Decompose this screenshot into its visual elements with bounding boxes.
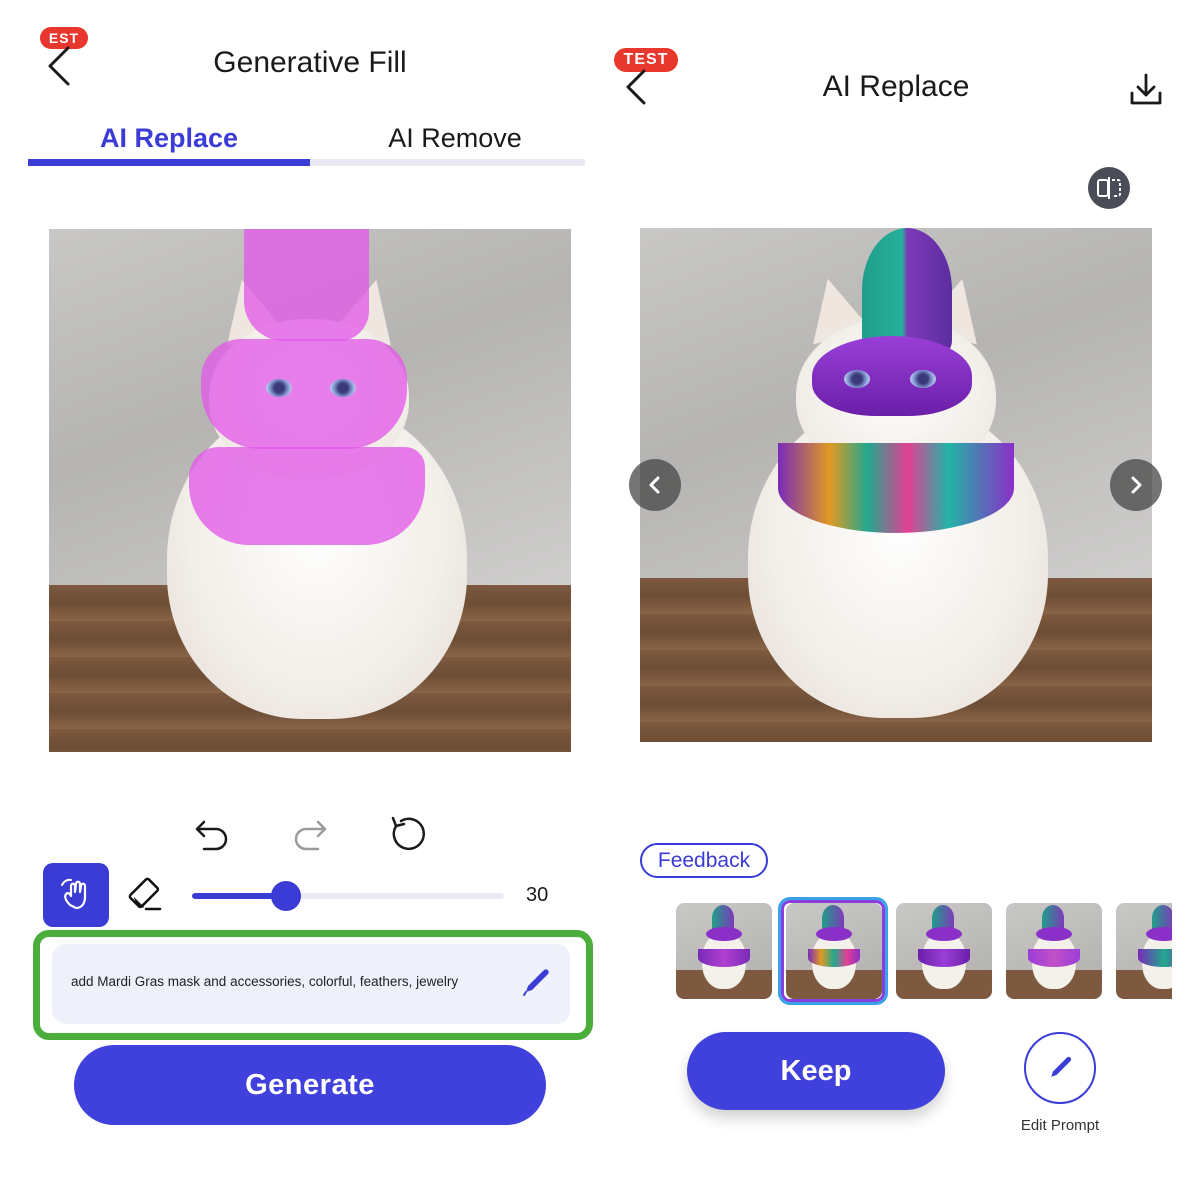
edit-canvas-image[interactable] (49, 229, 571, 752)
edit-prompt-pen-button[interactable] (516, 962, 556, 1002)
cat-eye-left (266, 379, 292, 397)
result-thumbnail[interactable] (1006, 903, 1102, 999)
download-button[interactable] (1124, 68, 1168, 112)
keep-button[interactable]: Keep (687, 1032, 945, 1110)
redo-icon (294, 820, 327, 851)
tab-ai-replace[interactable]: AI Replace (28, 118, 310, 158)
next-arrow-icon (1131, 476, 1142, 494)
brush-size-slider-knob[interactable] (270, 881, 301, 911)
reset-button[interactable] (385, 812, 429, 856)
pen-icon (1051, 1056, 1072, 1077)
prompt-text: add Mardi Gras mask and accessories, col… (71, 974, 459, 989)
reset-icon (391, 816, 426, 851)
brush-hand-icon (61, 878, 87, 910)
feather-collar (778, 443, 1014, 533)
back-button[interactable] (44, 44, 74, 88)
next-result-button[interactable] (1110, 459, 1162, 511)
feather-plume (862, 228, 952, 353)
pen-icon (523, 969, 549, 996)
mardi-gras-mask (812, 336, 972, 416)
result-thumbnail[interactable] (896, 903, 992, 999)
page-title: Generative Fill (213, 46, 407, 79)
generate-button[interactable]: Generate (74, 1045, 546, 1125)
mask-stroke-face (201, 339, 407, 449)
edit-prompt-label: Edit Prompt (1020, 1117, 1100, 1134)
back-icon (48, 46, 70, 86)
prev-arrow-icon (649, 476, 660, 494)
edit-prompt-button[interactable] (1024, 1032, 1096, 1104)
tab-active-indicator (28, 159, 310, 166)
brush-tool-button[interactable] (43, 863, 109, 927)
mask-stroke-top (244, 229, 369, 341)
tab-ai-remove[interactable]: AI Remove (310, 118, 600, 158)
page-title: AI Replace (822, 70, 970, 103)
undo-icon (195, 820, 228, 851)
cat-eye-left (844, 370, 870, 388)
cat-eye-right (910, 370, 936, 388)
back-button[interactable] (620, 67, 650, 111)
cat-eye-right (330, 379, 356, 397)
redo-button[interactable] (288, 812, 332, 856)
selected-thumbnail-frame (778, 897, 888, 1005)
back-icon (626, 69, 646, 105)
result-image (640, 228, 1152, 742)
feedback-button[interactable]: Feedback (640, 843, 768, 878)
previous-result-button[interactable] (629, 459, 681, 511)
undo-button[interactable] (190, 812, 234, 856)
result-thumbnail[interactable] (676, 903, 772, 999)
eraser-icon (128, 877, 162, 911)
compare-button[interactable] (1088, 167, 1130, 209)
brush-size-value: 30 (526, 884, 549, 906)
compare-icon (1097, 177, 1121, 199)
mask-stroke-chest (189, 447, 425, 545)
eraser-button[interactable] (124, 873, 168, 917)
download-icon (1130, 73, 1162, 105)
result-thumbnail[interactable] (1116, 903, 1172, 999)
